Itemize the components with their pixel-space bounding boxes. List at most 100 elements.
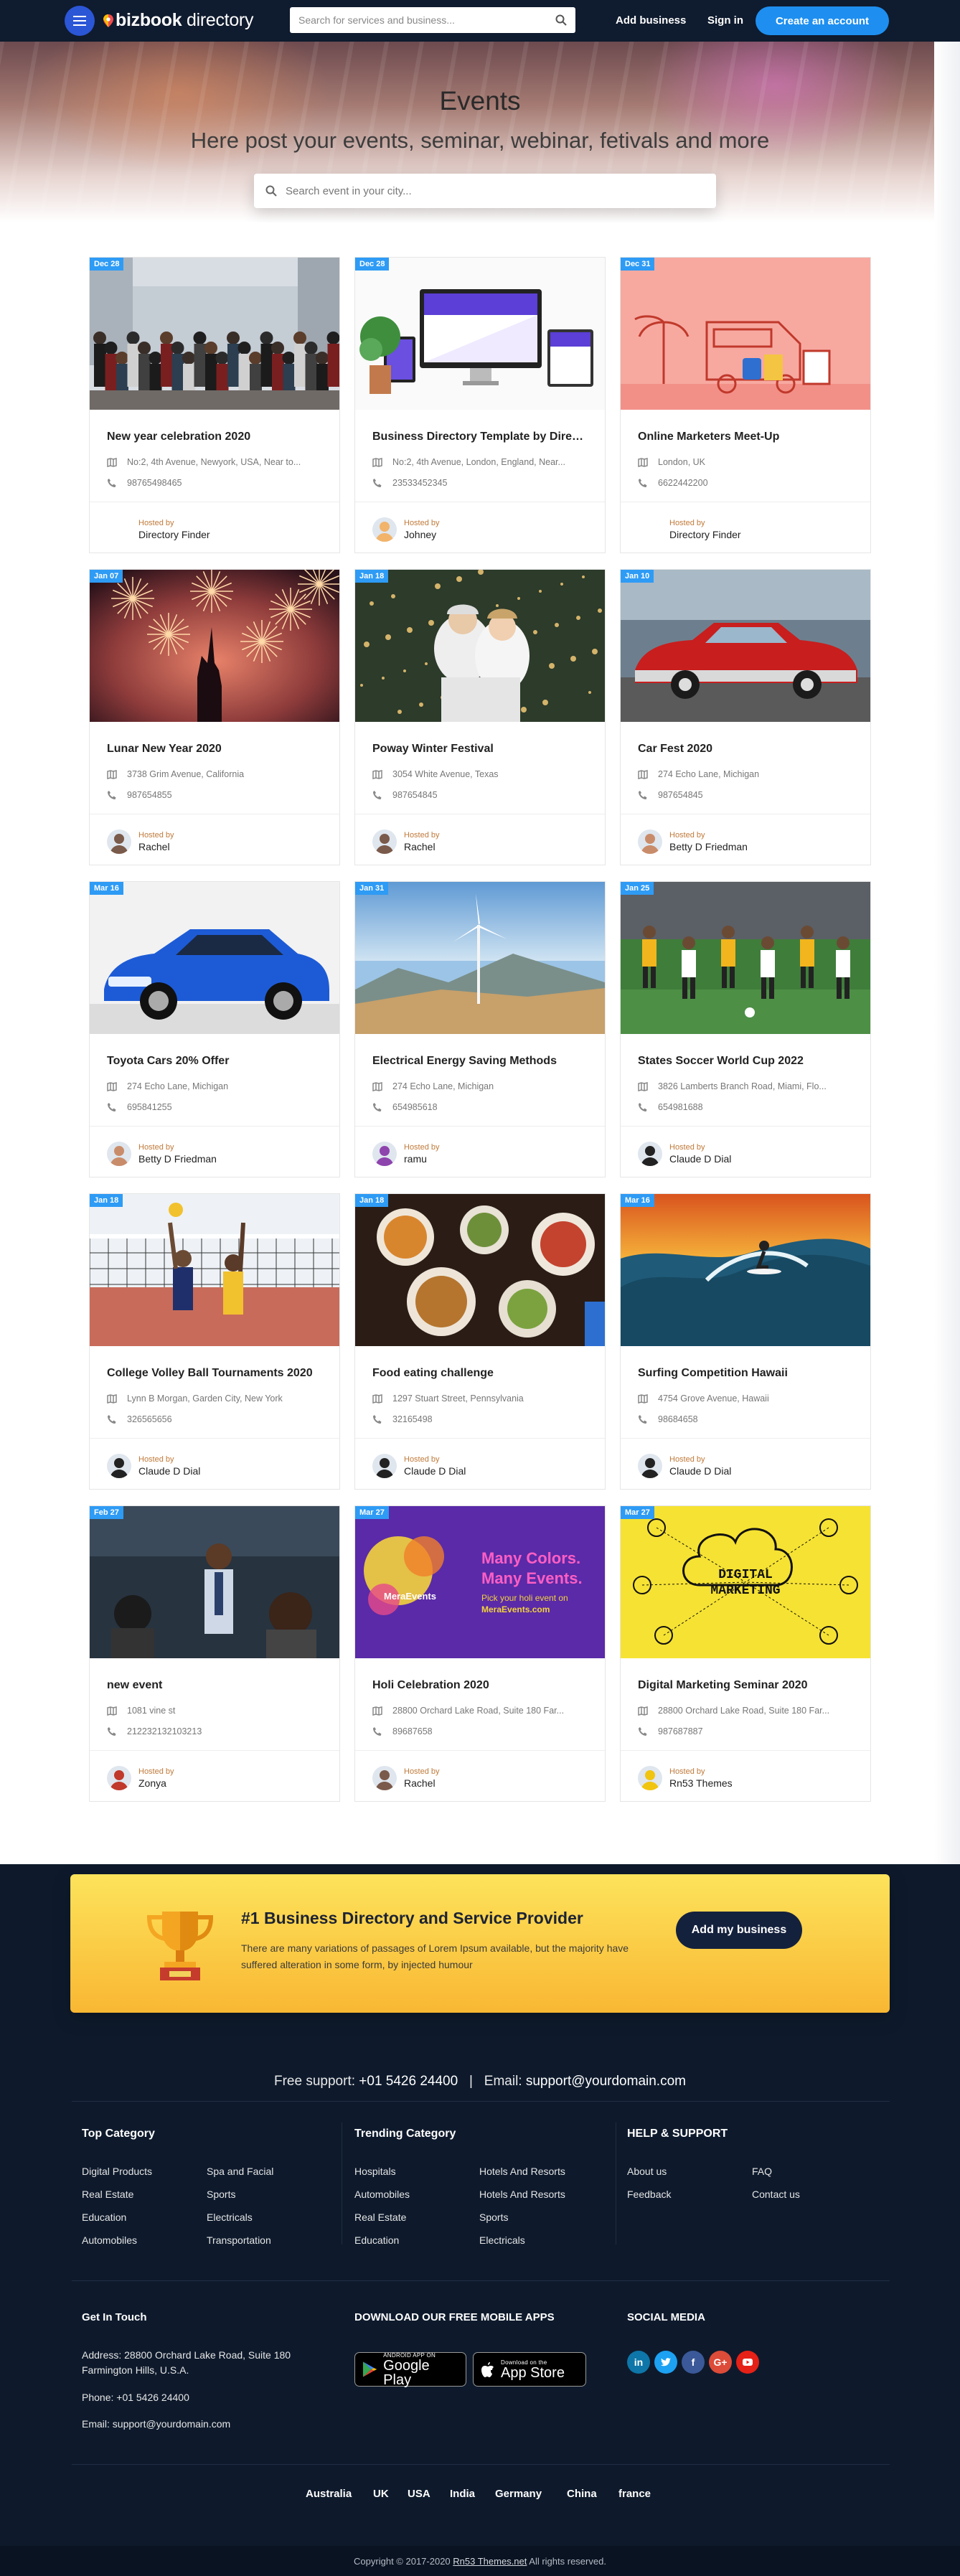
- host-name[interactable]: Claude D Dial: [669, 1465, 731, 1477]
- footer-link[interactable]: Feedback: [627, 2189, 671, 2200]
- event-card[interactable]: Jan 10 Car Fest 2020 274 Echo Lane, Mich…: [620, 569, 871, 865]
- event-host[interactable]: Hosted by Rachel: [372, 829, 440, 854]
- event-host[interactable]: Hosted by Directory Finder: [638, 517, 741, 542]
- country-link[interactable]: france: [618, 2488, 651, 2500]
- footer-link[interactable]: Hospitals: [354, 2166, 396, 2177]
- event-host[interactable]: Hosted by Rachel: [372, 1766, 440, 1790]
- facebook-icon[interactable]: f: [682, 2351, 705, 2374]
- country-link[interactable]: Germany: [495, 2488, 542, 2500]
- event-image[interactable]: [355, 258, 605, 410]
- host-name[interactable]: Directory Finder: [669, 529, 741, 540]
- footer-link[interactable]: Digital Products: [82, 2166, 152, 2177]
- event-title[interactable]: Surfing Competition Hawaii: [638, 1367, 853, 1380]
- event-host[interactable]: Hosted by Rn53 Themes: [638, 1766, 733, 1790]
- event-title[interactable]: Poway Winter Festival: [372, 743, 588, 756]
- country-link[interactable]: Australia: [306, 2488, 352, 2500]
- footer-link[interactable]: Electricals: [207, 2211, 253, 2223]
- footer-link[interactable]: FAQ: [752, 2166, 772, 2177]
- event-title[interactable]: Holi Celebration 2020: [372, 1679, 588, 1692]
- event-image[interactable]: DIGITAL MARKETING: [621, 1506, 870, 1658]
- event-title[interactable]: Digital Marketing Seminar 2020: [638, 1679, 853, 1692]
- youtube-icon[interactable]: [736, 2351, 759, 2374]
- event-image[interactable]: [90, 882, 339, 1034]
- host-name[interactable]: Claude D Dial: [669, 1153, 731, 1165]
- footer-link[interactable]: Sports: [207, 2189, 235, 2200]
- event-title[interactable]: Online Marketers Meet-Up: [638, 431, 853, 443]
- sign-in-link[interactable]: Sign in: [707, 14, 743, 27]
- footer-link[interactable]: About us: [627, 2166, 667, 2177]
- footer-link[interactable]: Transportation: [207, 2234, 271, 2246]
- event-card[interactable]: Feb 27 new event 1081 vine st 2122321321…: [89, 1505, 340, 1802]
- event-host[interactable]: Hosted by Directory Finder: [107, 517, 210, 542]
- event-title[interactable]: States Soccer World Cup 2022: [638, 1055, 853, 1068]
- event-host[interactable]: Hosted by Claude D Dial: [107, 1454, 200, 1478]
- event-title[interactable]: Car Fest 2020: [638, 743, 853, 756]
- host-name[interactable]: Zonya: [138, 1777, 174, 1789]
- event-image[interactable]: [355, 882, 605, 1034]
- event-title[interactable]: Business Directory Template by Directory…: [372, 431, 588, 443]
- twitter-icon[interactable]: [654, 2351, 677, 2374]
- linkedin-icon[interactable]: in: [627, 2351, 650, 2374]
- event-card[interactable]: Dec 31 Online Marketers Meet-Up London, …: [620, 257, 871, 553]
- event-host[interactable]: Hosted by ramu: [372, 1142, 440, 1166]
- country-link[interactable]: USA: [408, 2488, 430, 2500]
- contact-phone[interactable]: Phone: +01 5426 24400: [82, 2392, 189, 2403]
- footer-link[interactable]: Real Estate: [354, 2211, 406, 2223]
- event-title[interactable]: Lunar New Year 2020: [107, 743, 322, 756]
- event-host[interactable]: Hosted by Claude D Dial: [372, 1454, 466, 1478]
- footer-link[interactable]: Hotels And Resorts: [479, 2166, 565, 2177]
- country-link[interactable]: India: [450, 2488, 475, 2500]
- host-name[interactable]: Rn53 Themes: [669, 1777, 733, 1789]
- host-name[interactable]: Rachel: [404, 841, 440, 852]
- event-title[interactable]: College Volley Ball Tournaments 2020: [107, 1367, 322, 1380]
- add-my-business-button[interactable]: Add my business: [676, 1912, 802, 1949]
- copyright-link[interactable]: Rn53 Themes.net: [453, 2556, 527, 2567]
- event-card[interactable]: MeraEvents Many Colors. Many Events. Pick y…: [354, 1505, 606, 1802]
- header-search-input[interactable]: [298, 14, 555, 26]
- host-name[interactable]: Rachel: [404, 1777, 440, 1789]
- event-card[interactable]: Jan 18 Poway Winter Festival 3054 White …: [354, 569, 606, 865]
- host-name[interactable]: Betty D Friedman: [138, 1153, 217, 1165]
- search-icon[interactable]: [555, 14, 567, 26]
- footer-link[interactable]: Education: [354, 2234, 399, 2246]
- host-name[interactable]: Johney: [404, 529, 440, 540]
- menu-icon[interactable]: [65, 6, 95, 36]
- event-card[interactable]: Jan 18 College Volley Ball Tournaments 2…: [89, 1193, 340, 1490]
- event-card[interactable]: Jan 07 Lunar New Year 2020 3738 Grim Ave…: [89, 569, 340, 865]
- footer-link[interactable]: Spa and Facial: [207, 2166, 273, 2177]
- add-business-link[interactable]: Add business: [616, 14, 686, 27]
- country-link[interactable]: UK: [373, 2488, 389, 2500]
- footer-link[interactable]: Automobiles: [354, 2189, 410, 2200]
- event-image[interactable]: [90, 570, 339, 722]
- event-card[interactable]: Mar 16 Toyota Cars 20% Offer 274 Echo La…: [89, 881, 340, 1177]
- event-card[interactable]: Mar 16 Surfing Competition Hawaii 4754 G…: [620, 1193, 871, 1490]
- host-name[interactable]: Betty D Friedman: [669, 841, 748, 852]
- event-host[interactable]: Hosted by Betty D Friedman: [638, 829, 748, 854]
- event-image[interactable]: [621, 1194, 870, 1346]
- event-title[interactable]: Toyota Cars 20% Offer: [107, 1055, 322, 1068]
- footer-link[interactable]: Hotels And Resorts: [479, 2189, 565, 2200]
- host-name[interactable]: Rachel: [138, 841, 174, 852]
- event-search-input[interactable]: [286, 184, 705, 197]
- host-name[interactable]: Directory Finder: [138, 529, 210, 540]
- event-card[interactable]: Dec 28 Business Directory Template by Di…: [354, 257, 606, 553]
- site-logo[interactable]: bizbook directory: [103, 10, 253, 31]
- event-host[interactable]: Hosted by Claude D Dial: [638, 1142, 731, 1166]
- host-name[interactable]: ramu: [404, 1153, 440, 1165]
- footer-link[interactable]: Electricals: [479, 2234, 525, 2246]
- event-title[interactable]: new event: [107, 1679, 322, 1692]
- event-image[interactable]: [621, 882, 870, 1034]
- contact-email[interactable]: Email: support@yourdomain.com: [82, 2418, 230, 2430]
- event-image[interactable]: [621, 570, 870, 722]
- event-card[interactable]: Jan 18 Food eating challenge 1297 Stuart…: [354, 1193, 606, 1490]
- event-image[interactable]: [621, 258, 870, 410]
- event-host[interactable]: Hosted by Claude D Dial: [638, 1454, 731, 1478]
- event-image[interactable]: [355, 1194, 605, 1346]
- event-card[interactable]: Dec 28 New year celebration 2020 No:2, 4…: [89, 257, 340, 553]
- footer-link[interactable]: Automobiles: [82, 2234, 137, 2246]
- support-phone[interactable]: +01 5426 24400: [359, 2074, 458, 2089]
- event-card[interactable]: DIGITAL MARKETING Mar 27 Digital Marketin…: [620, 1505, 871, 1802]
- event-image[interactable]: [355, 570, 605, 722]
- event-host[interactable]: Hosted by Betty D Friedman: [107, 1142, 217, 1166]
- support-email[interactable]: support@yourdomain.com: [526, 2074, 686, 2089]
